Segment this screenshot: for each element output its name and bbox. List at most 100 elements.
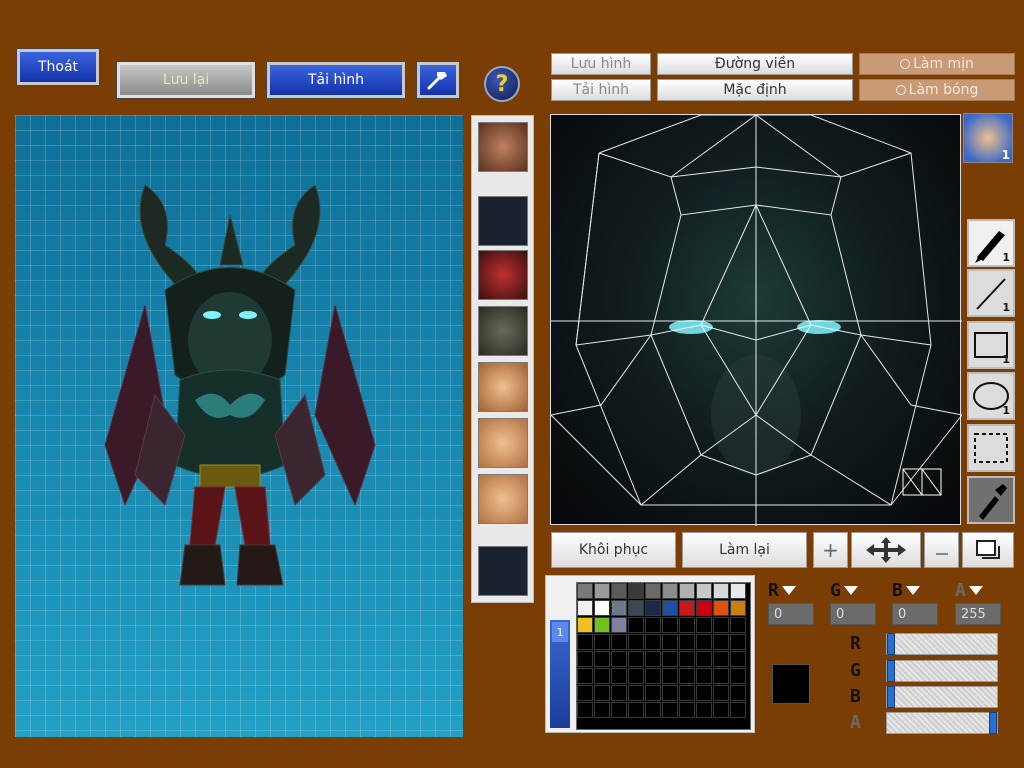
- palette-swatch[interactable]: [611, 668, 627, 684]
- palette-swatch[interactable]: [679, 668, 695, 684]
- palette-swatch[interactable]: [594, 651, 610, 667]
- ellipse-tool[interactable]: 1: [967, 372, 1015, 420]
- reload-image-button[interactable]: Tải hình: [266, 61, 406, 99]
- palette-swatch[interactable]: [730, 685, 746, 701]
- redo-button[interactable]: Làm lại: [682, 532, 807, 568]
- palette-swatch[interactable]: [713, 583, 729, 599]
- palette-swatch[interactable]: [679, 685, 695, 701]
- palette-tab-1[interactable]: 1: [552, 622, 568, 642]
- palette-swatch[interactable]: [577, 668, 593, 684]
- palette-swatch[interactable]: [696, 617, 712, 633]
- g-slider[interactable]: [886, 660, 998, 682]
- palette-swatch[interactable]: [628, 600, 644, 616]
- palette-swatch[interactable]: [679, 617, 695, 633]
- palette-swatch[interactable]: [577, 600, 593, 616]
- g-slider-knob[interactable]: [887, 660, 895, 682]
- palette-swatch[interactable]: [696, 702, 712, 718]
- palette-swatch[interactable]: [645, 634, 661, 650]
- palette-swatch[interactable]: [611, 702, 627, 718]
- select-tool[interactable]: [967, 424, 1015, 472]
- r-slider[interactable]: [886, 633, 998, 655]
- palette-swatch[interactable]: [713, 617, 729, 633]
- thumbnail-face-smile[interactable]: [478, 474, 528, 524]
- face-texture-canvas[interactable]: [550, 114, 962, 526]
- save-button[interactable]: Lưu lại: [116, 61, 256, 99]
- r-slider-knob[interactable]: [887, 633, 895, 655]
- r-value-field[interactable]: 0: [768, 603, 814, 625]
- smooth-radio[interactable]: Làm mịn: [859, 53, 1015, 75]
- save-image-tab[interactable]: Lưu hình: [551, 53, 651, 75]
- palette-swatch[interactable]: [662, 702, 678, 718]
- palette-swatch[interactable]: [730, 583, 746, 599]
- thumbnail-empty-1[interactable]: [478, 196, 528, 246]
- palette-swatch[interactable]: [628, 651, 644, 667]
- shade-radio[interactable]: Làm bóng: [859, 79, 1015, 101]
- palette-swatch[interactable]: [730, 702, 746, 718]
- palette-swatch[interactable]: [594, 583, 610, 599]
- palette-swatch[interactable]: [611, 685, 627, 701]
- palette-swatch[interactable]: [577, 651, 593, 667]
- thumbnail-empty-2[interactable]: [478, 546, 528, 596]
- palette-swatch[interactable]: [679, 583, 695, 599]
- palette-swatch[interactable]: [594, 702, 610, 718]
- palette-swatch[interactable]: [628, 634, 644, 650]
- palette-swatch[interactable]: [594, 634, 610, 650]
- palette-swatch[interactable]: [662, 617, 678, 633]
- palette-swatch[interactable]: [713, 668, 729, 684]
- palette-swatch[interactable]: [662, 651, 678, 667]
- a-slider-knob[interactable]: [989, 712, 997, 734]
- character-preview[interactable]: [15, 115, 463, 737]
- palette-swatch[interactable]: [611, 617, 627, 633]
- palette-swatch[interactable]: [696, 668, 712, 684]
- palette-swatch[interactable]: [713, 634, 729, 650]
- face-preview-thumbnail[interactable]: 1: [963, 113, 1013, 163]
- a-value-field[interactable]: 255: [955, 603, 1001, 625]
- palette-swatch[interactable]: [662, 583, 678, 599]
- eyedropper-tool[interactable]: [967, 476, 1015, 524]
- palette-swatch[interactable]: [696, 634, 712, 650]
- thumbnail-face-neutral[interactable]: [478, 362, 528, 412]
- palette-swatch[interactable]: [645, 617, 661, 633]
- exit-button[interactable]: Thoát: [16, 48, 100, 86]
- layer-button[interactable]: [962, 532, 1014, 568]
- thumbnail-armor-red[interactable]: [478, 250, 528, 300]
- palette-swatch[interactable]: [713, 702, 729, 718]
- default-button[interactable]: Mặc định: [657, 79, 853, 101]
- palette-swatch[interactable]: [645, 651, 661, 667]
- palette-swatch[interactable]: [645, 600, 661, 616]
- palette-swatch[interactable]: [662, 685, 678, 701]
- palette-swatch[interactable]: [594, 600, 610, 616]
- palette-swatch[interactable]: [577, 617, 593, 633]
- hammer-button[interactable]: [416, 61, 460, 99]
- palette-swatch[interactable]: [594, 685, 610, 701]
- palette-swatch[interactable]: [696, 600, 712, 616]
- palette-swatch[interactable]: [594, 617, 610, 633]
- palette-swatch[interactable]: [645, 685, 661, 701]
- palette-swatch[interactable]: [679, 702, 695, 718]
- palette-swatch[interactable]: [628, 583, 644, 599]
- palette-swatch[interactable]: [696, 651, 712, 667]
- palette-swatch[interactable]: [696, 685, 712, 701]
- palette-swatch[interactable]: [713, 600, 729, 616]
- palette-grid[interactable]: [576, 582, 751, 730]
- restore-button[interactable]: Khôi phục: [551, 532, 676, 568]
- palette-swatch[interactable]: [713, 685, 729, 701]
- palette-swatch[interactable]: [662, 600, 678, 616]
- b-value-field[interactable]: 0: [892, 603, 938, 625]
- palette-swatch[interactable]: [628, 702, 644, 718]
- palette-swatch[interactable]: [730, 600, 746, 616]
- palette-swatch[interactable]: [679, 651, 695, 667]
- palette-swatch[interactable]: [713, 651, 729, 667]
- palette-swatch[interactable]: [594, 668, 610, 684]
- palette-swatch[interactable]: [696, 583, 712, 599]
- palette-swatch[interactable]: [628, 685, 644, 701]
- palette-swatch[interactable]: [611, 651, 627, 667]
- palette-swatch[interactable]: [628, 617, 644, 633]
- palette-swatch[interactable]: [730, 617, 746, 633]
- palette-swatch[interactable]: [679, 600, 695, 616]
- palette-swatch[interactable]: [679, 634, 695, 650]
- palette-swatch[interactable]: [628, 668, 644, 684]
- palette-swatch[interactable]: [577, 583, 593, 599]
- thumbnail-face-plain[interactable]: [478, 418, 528, 468]
- outline-button[interactable]: Đường viền: [657, 53, 853, 75]
